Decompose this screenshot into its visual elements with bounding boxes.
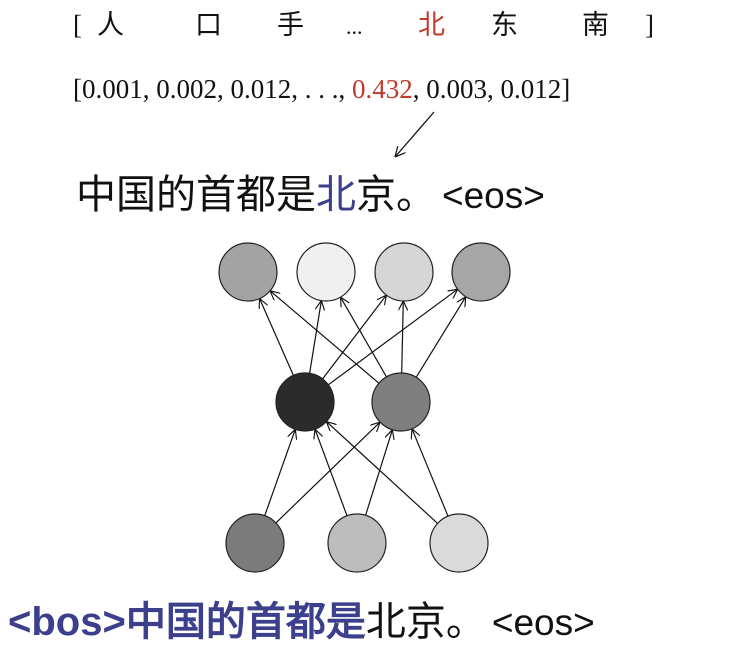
connection-arrow [412, 429, 449, 517]
input-layer [225, 513, 489, 573]
prob-close-bracket: ] [561, 74, 570, 104]
prob-ellipsis: . . . [305, 74, 339, 104]
connection-arrow [327, 289, 457, 386]
connection-arrow [341, 297, 388, 378]
output-node [218, 242, 278, 302]
connection-arrow [309, 301, 322, 374]
input-sentence: <bos>中国的首都是北京。 <eos> [8, 600, 595, 644]
prob-value: 0.002 [156, 74, 217, 104]
prob-value-highlighted: 0.432 [352, 74, 413, 104]
connection-arrow [260, 299, 294, 376]
input-node [429, 513, 489, 573]
prob-value: 0.012 [501, 74, 562, 104]
output-sentence: 中国的首都是北京。 <eos> [76, 173, 545, 217]
input-node [327, 513, 387, 573]
hidden-layer [275, 372, 431, 432]
probability-row: [0.001, 0.002, 0.012, . . ., 0.432, 0.00… [73, 74, 570, 104]
connection-arrow [270, 291, 380, 384]
vocab-token: 东 [491, 10, 518, 40]
connection-arrow [326, 422, 439, 524]
vocab-ellipsis: ... [346, 14, 363, 39]
prob-value: 0.012 [231, 74, 292, 104]
input-bos-token: <bos> [8, 600, 126, 644]
prob-value: 0.003 [426, 74, 487, 104]
output-node [296, 242, 356, 302]
input-node [225, 513, 285, 573]
input-eos-token: <eos> [492, 602, 595, 643]
connection-arrow [365, 430, 393, 516]
pointer-arrow [395, 111, 435, 157]
vocab-close-bracket: ] [645, 10, 654, 40]
connection-arrow [315, 429, 348, 517]
hidden-node [275, 372, 335, 432]
input-rest: 北京。 [366, 600, 486, 644]
vocab-token: 口 [195, 10, 222, 40]
output-eos-token: <eos> [442, 175, 545, 216]
output-node [374, 242, 434, 302]
vocab-token-highlighted: 北 [418, 10, 445, 40]
language-model-diagram: [ 人 口 手 ... 北 东 南 ] [0.001, 0.002, 0.012… [8, 10, 654, 644]
vocab-token: 人 [97, 10, 124, 40]
connection-arrow [275, 422, 380, 524]
vocab-row: [ 人 口 手 ... 北 东 南 ] [73, 10, 654, 40]
output-node [451, 242, 511, 302]
hidden-node [371, 372, 431, 432]
connection-arrow [415, 297, 466, 378]
vocab-open-bracket: [ [73, 10, 82, 40]
connection-arrow [264, 429, 296, 516]
vocab-token: 南 [582, 10, 609, 40]
output-predicted-token: 北 [316, 173, 356, 217]
connection-arrow [322, 295, 387, 380]
vocab-token: 手 [277, 10, 304, 40]
input-context: 中国的首都是 [126, 600, 366, 644]
prob-open-bracket: [ [73, 74, 82, 104]
output-suffix: 京。 [356, 173, 436, 217]
output-layer [218, 242, 511, 302]
prob-value: 0.001 [82, 74, 143, 104]
connection-arrow [402, 301, 404, 374]
output-prefix: 中国的首都是 [76, 173, 316, 217]
